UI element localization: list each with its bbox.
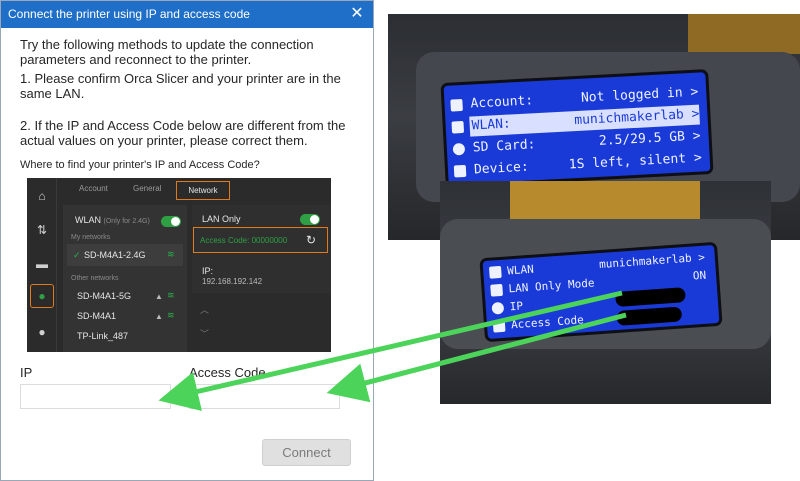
connect-dialog: Connect the printer using IP and access … [0, 0, 374, 481]
access-code-input[interactable] [189, 384, 340, 409]
my-network-name: SD-M4A1-2.4G [84, 250, 146, 260]
access-code-highlight [193, 227, 328, 253]
filament-area [688, 14, 800, 54]
lock-icon: ▲ [155, 292, 163, 301]
sd-card-icon [452, 142, 466, 156]
ip-label: IP [20, 365, 33, 380]
my-networks-label: My networks [71, 234, 111, 241]
wlan-toggle [161, 216, 181, 227]
redacted-ip [615, 287, 686, 307]
other-network-2: SD-M4A1 [77, 311, 117, 321]
network-settings-image: ⌂ ⇅ ▬ ● ● Account General Network WLAN (… [27, 178, 331, 352]
ip-value: 192.168.192.142 [202, 277, 263, 286]
other-network-1: SD-M4A1-5G [77, 291, 132, 301]
lcd-account-row: Account: Not logged in > [470, 84, 699, 112]
wifi-icon [451, 120, 465, 134]
lan-only-label: LAN Only [202, 214, 241, 224]
ip-label: IP: [202, 266, 214, 276]
connect-button[interactable]: Connect [262, 439, 351, 466]
screenshot: Connect the printer using IP and access … [0, 0, 800, 481]
sort-icon: ⇅ [36, 223, 48, 237]
check-icon: ✓ [73, 250, 81, 260]
dialog-title-bar: Connect the printer using IP and access … [1, 1, 373, 28]
lock-icon: ▲ [155, 312, 163, 321]
home-icon: ⌂ [38, 189, 46, 203]
ip-input[interactable] [20, 384, 171, 409]
app-tab-general: General [133, 184, 162, 193]
device-icon [453, 164, 467, 178]
access-code-label: Access Code [189, 365, 266, 380]
app-tab-network: Network [176, 181, 230, 200]
ip-icon [491, 301, 505, 315]
lan-only-toggle [300, 214, 320, 225]
intro-text: Try the following methods to update the … [20, 37, 314, 67]
printer-lcd-top: Account: Not logged in > WLAN: munichmak… [443, 72, 711, 185]
folder-icon: ▬ [36, 257, 48, 271]
lan-icon [490, 283, 504, 297]
app-tab-account: Account [79, 184, 108, 193]
step-2-text: 2. If the IP and Access Code below are d… [20, 118, 346, 148]
chevron-down-icon: ﹀ [200, 329, 210, 339]
wifi-icon: ≋ [167, 310, 175, 320]
wifi-icon: ≋ [167, 290, 175, 300]
home-icon [450, 98, 463, 112]
redacted-access-code [616, 306, 683, 326]
dialog-title: Connect the printer using IP and access … [8, 7, 250, 21]
other-network-3: TP-Link_487 [77, 331, 129, 341]
wlan-label: WLAN (Only for 2.4G) [75, 215, 150, 225]
other-networks-label: Other networks [71, 275, 119, 282]
chevron-up-icon: ︿ [200, 305, 210, 315]
key-icon [492, 319, 506, 333]
app-sidebar: ⌂ ⇅ ▬ ● ● [27, 178, 57, 352]
lan-panel-lower [192, 293, 331, 352]
wifi-icon: ≋ [167, 249, 175, 259]
wlan-panel: WLAN (Only for 2.4G) My networks ✓ SD-M4… [63, 205, 187, 352]
close-icon[interactable]: ✕ [347, 4, 367, 24]
help-link[interactable]: Where to find your printer's IP and Acce… [20, 159, 260, 171]
wifi-icon [488, 265, 502, 279]
step-1-text: 1. Please confirm Orca Slicer and your p… [20, 71, 341, 101]
settings-icon: ● [38, 289, 46, 303]
chat-icon: ● [38, 325, 46, 339]
printer-lcd-bottom: WLAN munichmakerlab > LAN Only Mode ON I… [482, 245, 720, 339]
printer-screen-photo-bottom: WLAN munichmakerlab > LAN Only Mode ON I… [440, 181, 771, 404]
